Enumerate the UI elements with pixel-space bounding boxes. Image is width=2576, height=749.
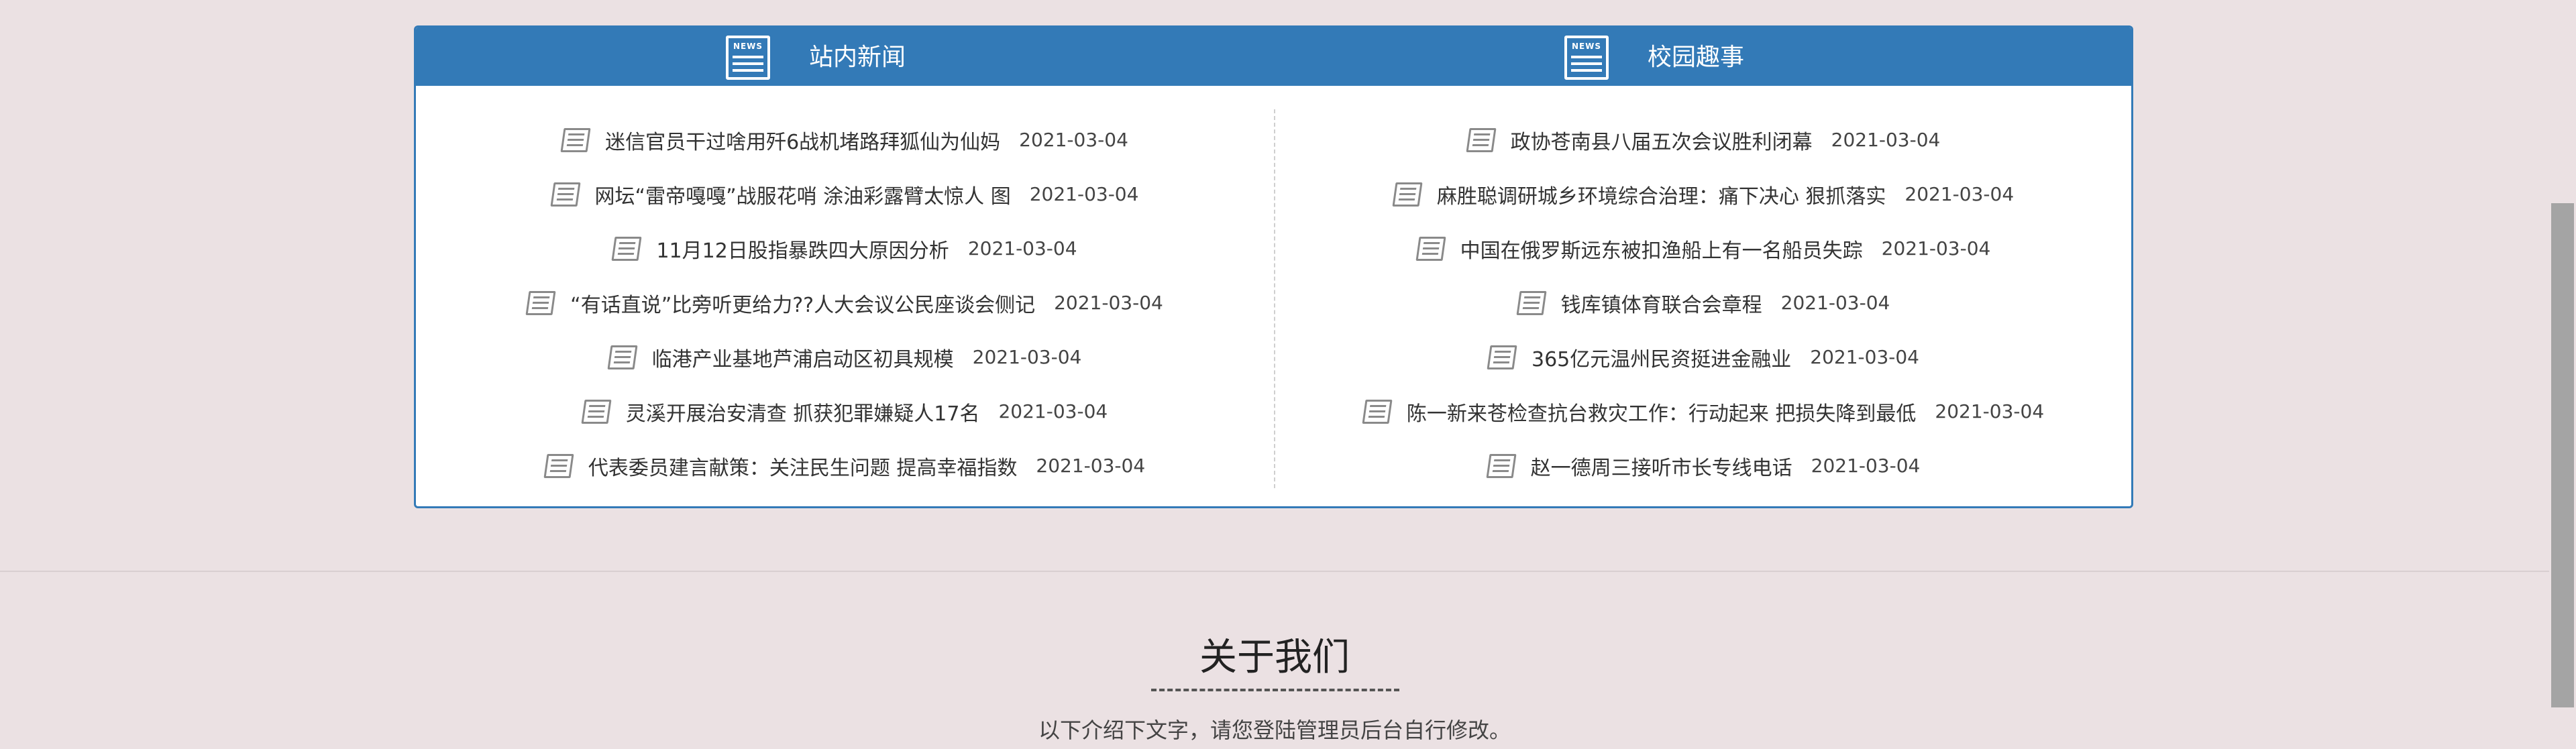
list-item[interactable]: “有话直说”比旁听更给力??人大会议公民座谈会侧记 2021-03-04: [416, 276, 1275, 330]
newspaper-icon: [611, 236, 642, 261]
list-item[interactable]: 钱库镇体育联合会章程 2021-03-04: [1275, 276, 2131, 330]
news-date: 2021-03-04: [1935, 400, 2045, 422]
news-date: 2021-03-04: [1019, 129, 1128, 151]
newspaper-icon: [543, 453, 574, 478]
page: NEWS 站内新闻 NEWS 校园趣事 迷信官员干过啥用歼6战机堵路拜狐仙为仙妈…: [0, 0, 2576, 749]
section-title-campus-stories[interactable]: 校园趣事: [1648, 36, 1744, 80]
news-date: 2021-03-04: [998, 400, 1108, 422]
news-date: 2021-03-04: [1036, 455, 1146, 477]
list-item[interactable]: 迷信官员干过啥用歼6战机堵路拜狐仙为仙妈 2021-03-04: [416, 113, 1275, 167]
news-date: 2021-03-04: [967, 237, 1077, 260]
news-icon: NEWS: [726, 36, 770, 80]
news-icon-label: NEWS: [1571, 42, 1602, 51]
list-item[interactable]: 代表委员建言献策：关注民生问题 提高幸福指数 2021-03-04: [416, 439, 1275, 493]
news-title-link[interactable]: 政协苍南县八届五次会议胜利闭幕: [1511, 125, 1813, 155]
news-title-link[interactable]: 网坛“雷帝嘎嘎”战服花哨 涂油彩露臂太惊人 图: [595, 180, 1011, 209]
section-divider: [0, 571, 2549, 572]
news-title-link[interactable]: 代表委员建言献策：关注民生问题 提高幸福指数: [588, 451, 1018, 481]
news-date: 2021-03-04: [1831, 129, 1941, 151]
scrollbar-thumb[interactable]: [2551, 203, 2574, 707]
newspaper-icon: [560, 127, 591, 152]
news-title-link[interactable]: 365亿元温州民资挺进金融业: [1532, 343, 1791, 372]
list-item[interactable]: 网坛“雷帝嘎嘎”战服花哨 涂油彩露臂太惊人 图 2021-03-04: [416, 167, 1275, 221]
news-title-link[interactable]: 中国在俄罗斯远东被扣渔船上有一名船员失踪: [1460, 234, 1863, 264]
news-date: 2021-03-04: [1904, 183, 2015, 205]
newspaper-icon: [1486, 453, 1517, 478]
about-us-description: 以下介绍下文字，请您登陆管理员后台自行修改。: [1038, 717, 1511, 743]
news-title-link[interactable]: 临港产业基地芦浦启动区初具规模: [652, 343, 954, 372]
news-title-link[interactable]: 陈一新来苍检查抗台救灾工作：行动起来 把损失降到最低: [1407, 397, 1917, 426]
list-item[interactable]: 临港产业基地芦浦启动区初具规模 2021-03-04: [416, 330, 1275, 384]
news-title-link[interactable]: 赵一德周三接听市长专线电话: [1531, 451, 1792, 481]
news-title-link[interactable]: 11月12日股指暴跌四大原因分析: [656, 234, 949, 264]
news-date: 2021-03-04: [1810, 346, 1919, 368]
newspaper-icon: [1516, 290, 1547, 315]
news-title-link[interactable]: “有话直说”比旁听更给力??人大会议公民座谈会侧记: [570, 288, 1035, 318]
news-date: 2021-03-04: [1811, 455, 1921, 477]
section-title-site-news[interactable]: 站内新闻: [809, 36, 906, 80]
campus-stories-list: 政协苍南县八届五次会议胜利闭幕 2021-03-04 麻胜聪调研城乡环境综合治理…: [1275, 113, 2131, 493]
site-news-list: 迷信官员干过啥用歼6战机堵路拜狐仙为仙妈 2021-03-04 网坛“雷帝嘎嘎”…: [416, 113, 1275, 493]
newspaper-icon: [525, 290, 556, 315]
newspaper-icon: [1415, 236, 1446, 261]
news-date: 2021-03-04: [972, 346, 1082, 368]
news-title-link[interactable]: 钱库镇体育联合会章程: [1561, 288, 1762, 318]
news-panel-header: NEWS 站内新闻 NEWS 校园趣事: [416, 27, 2131, 86]
news-title-link[interactable]: 麻胜聪调研城乡环境综合治理：痛下决心 狠抓落实: [1437, 180, 1886, 209]
newspaper-icon: [1362, 399, 1393, 424]
list-item[interactable]: 11月12日股指暴跌四大原因分析 2021-03-04: [416, 221, 1275, 276]
news-title-link[interactable]: 迷信官员干过啥用歼6战机堵路拜狐仙为仙妈: [605, 125, 1000, 155]
newspaper-icon: [581, 399, 612, 424]
header-right: NEWS 校园趣事: [1564, 36, 1744, 80]
newspaper-icon: [1392, 182, 1423, 207]
list-item[interactable]: 灵溪开展治安清查 抓获犯罪嫌疑人17名 2021-03-04: [416, 384, 1275, 439]
news-icon: NEWS: [1564, 36, 1609, 80]
news-icon-label: NEWS: [733, 42, 763, 51]
news-date: 2021-03-04: [1881, 237, 1991, 260]
list-item[interactable]: 中国在俄罗斯远东被扣渔船上有一名船员失踪 2021-03-04: [1275, 221, 2131, 276]
list-item[interactable]: 赵一德周三接听市长专线电话 2021-03-04: [1275, 439, 2131, 493]
list-item[interactable]: 麻胜聪调研城乡环境综合治理：痛下决心 狠抓落实 2021-03-04: [1275, 167, 2131, 221]
newspaper-icon: [607, 345, 638, 369]
about-us-title: 关于我们: [1199, 636, 1350, 679]
about-us-underline: [1151, 689, 1399, 691]
news-date: 2021-03-04: [1780, 292, 1890, 314]
news-date: 2021-03-04: [1029, 183, 1139, 205]
header-left: NEWS 站内新闻: [726, 36, 906, 80]
newspaper-icon: [1487, 345, 1517, 369]
newspaper-icon: [550, 182, 581, 207]
list-item[interactable]: 陈一新来苍检查抗台救灾工作：行动起来 把损失降到最低 2021-03-04: [1275, 384, 2131, 439]
news-date: 2021-03-04: [1054, 292, 1163, 314]
list-item[interactable]: 365亿元温州民资挺进金融业 2021-03-04: [1275, 330, 2131, 384]
list-item[interactable]: 政协苍南县八届五次会议胜利闭幕 2021-03-04: [1275, 113, 2131, 167]
news-panel: NEWS 站内新闻 NEWS 校园趣事 迷信官员干过啥用歼6战机堵路拜狐仙为仙妈…: [414, 25, 2133, 508]
newspaper-icon: [1466, 127, 1497, 152]
news-title-link[interactable]: 灵溪开展治安清查 抓获犯罪嫌疑人17名: [626, 397, 980, 426]
